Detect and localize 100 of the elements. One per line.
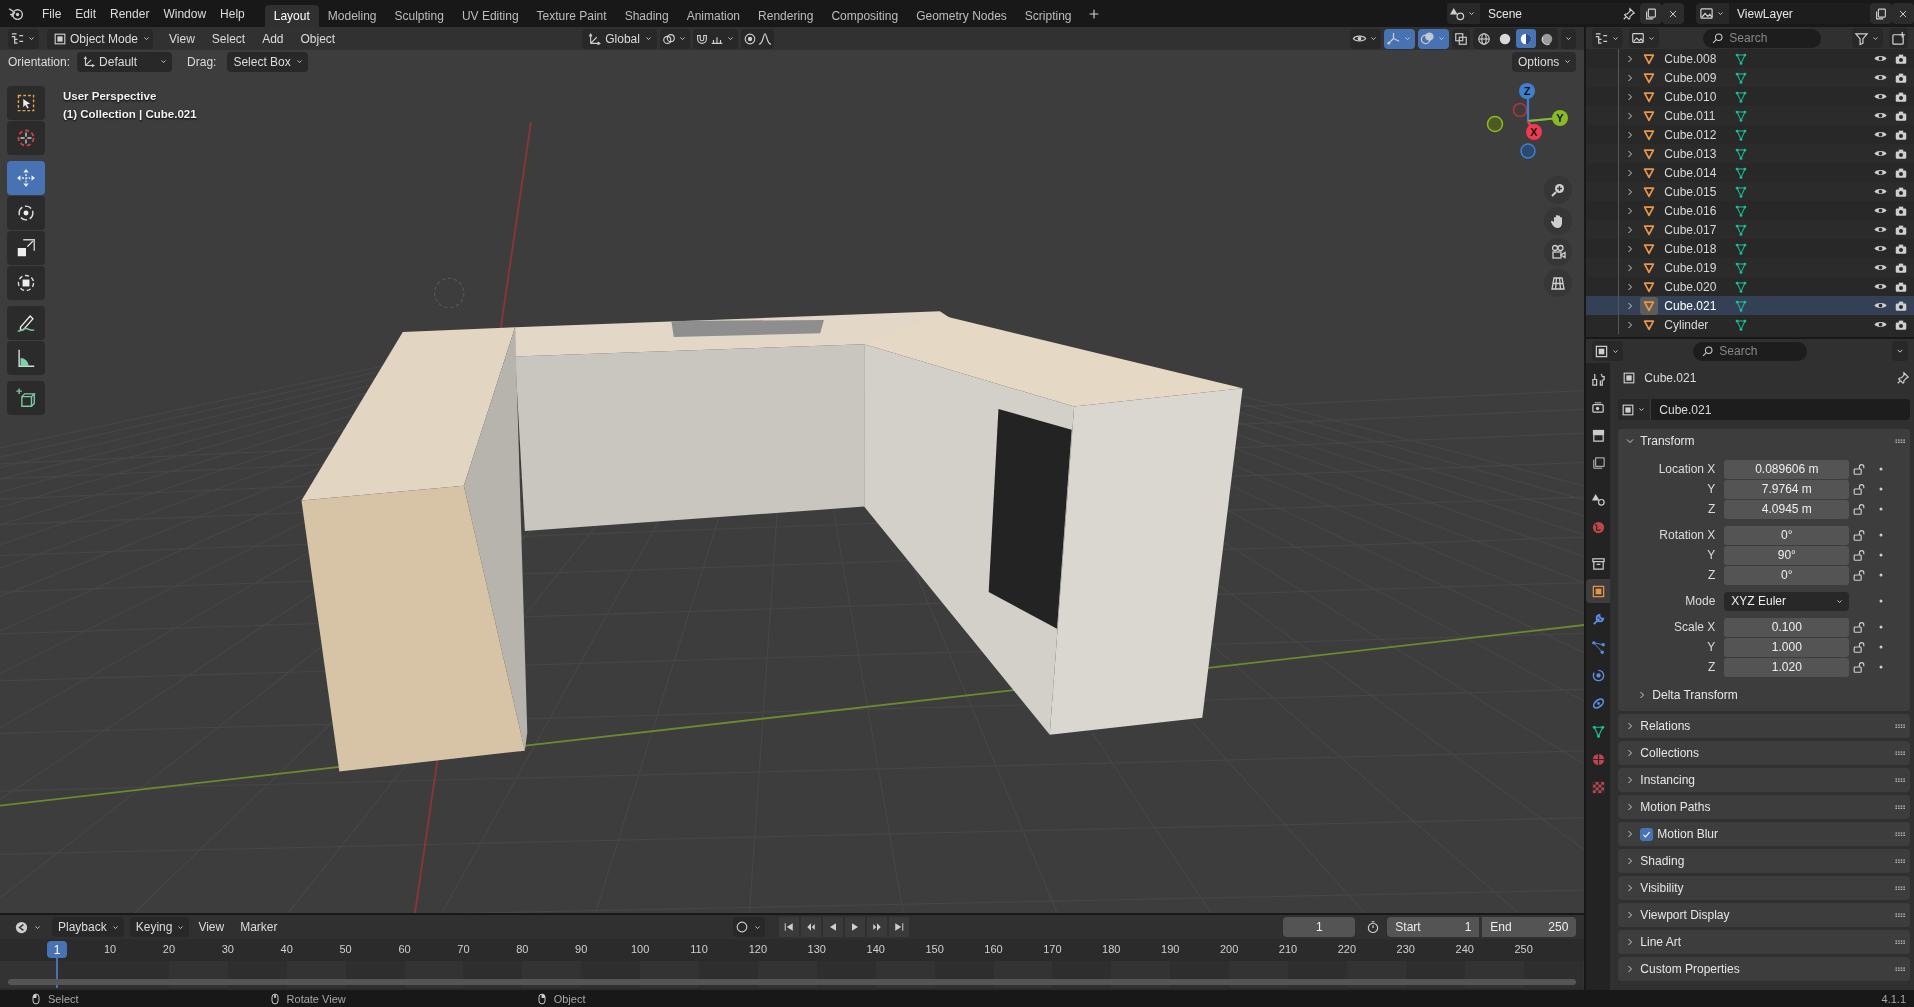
select-box-tool[interactable] <box>7 86 45 120</box>
scene-selector[interactable] <box>1447 3 1480 24</box>
panel-header[interactable]: Collections <box>1618 741 1910 765</box>
orientation-dropdown[interactable]: Global <box>582 28 657 49</box>
menu-item[interactable]: Render <box>103 3 157 24</box>
outliner-row[interactable]: Cube.008 <box>1586 49 1914 68</box>
play-reverse-button[interactable] <box>822 917 843 937</box>
lock-icon[interactable] <box>1852 548 1867 562</box>
panel-header[interactable]: Viewport Display <box>1618 903 1910 927</box>
copy-button[interactable] <box>1640 3 1662 24</box>
workspace-tab[interactable]: Scripting <box>1015 5 1081 27</box>
object-name[interactable]: Cube.019 <box>1664 260 1735 275</box>
start-frame-field[interactable]: Start 1 <box>1387 917 1480 937</box>
datablock-browser[interactable] <box>1618 399 1652 420</box>
overlay-button[interactable] <box>1418 28 1450 49</box>
object-name[interactable]: Cylinder <box>1664 317 1735 332</box>
rotate-tool[interactable] <box>7 196 45 230</box>
view-layer-button[interactable] <box>1629 28 1660 48</box>
mode-dropdown[interactable]: Object Mode <box>47 28 153 49</box>
panel-header[interactable]: Visibility <box>1618 876 1910 900</box>
panel-header[interactable]: Motion Blur <box>1618 822 1910 846</box>
properties-tab[interactable] <box>1586 579 1611 603</box>
logo-icon[interactable] <box>8 5 25 22</box>
outliner-row[interactable]: Cube.010 <box>1586 87 1914 106</box>
number-field[interactable]: 0° <box>1724 565 1850 585</box>
lock-icon[interactable] <box>1852 528 1867 542</box>
lock-icon[interactable] <box>1852 482 1867 496</box>
object-name[interactable]: Cube.014 <box>1664 165 1735 180</box>
search-field[interactable]: Search <box>1693 341 1808 361</box>
play-button[interactable] <box>844 917 865 937</box>
datablock-name[interactable]: Cube.021 <box>1659 402 1712 417</box>
pivot-button[interactable] <box>659 28 690 49</box>
outliner-row[interactable]: Cube.016 <box>1586 201 1914 220</box>
menu-item[interactable]: File <box>35 3 69 24</box>
menu-item[interactable]: Add <box>255 28 291 49</box>
editor-type-button[interactable] <box>1592 341 1624 361</box>
playhead[interactable]: 1 <box>47 941 67 958</box>
checkbox[interactable] <box>1640 827 1654 841</box>
menu-item[interactable]: Select <box>204 28 253 49</box>
panel-header[interactable]: Line Art <box>1618 930 1910 954</box>
view-layer-selector[interactable] <box>1696 3 1729 24</box>
outliner-row[interactable]: Cube.018 <box>1586 239 1914 258</box>
number-field[interactable]: 90° <box>1724 545 1850 565</box>
menu-item[interactable]: View <box>191 917 232 937</box>
panel-header[interactable]: Transform <box>1618 429 1910 453</box>
object-name[interactable]: Cube.018 <box>1664 241 1735 256</box>
end-frame-field[interactable]: End 250 <box>1482 917 1577 937</box>
workspace-tab[interactable]: Layout <box>264 5 319 27</box>
outliner-row[interactable]: Cylinder <box>1586 315 1914 334</box>
menu-dropdown[interactable]: Playback <box>52 917 124 937</box>
current-frame-field[interactable]: 1 <box>1283 917 1356 937</box>
menu-item[interactable]: Help <box>213 3 252 24</box>
close-button[interactable] <box>1892 3 1914 24</box>
drag-dropdown[interactable]: Select Box <box>227 51 308 72</box>
outliner-row[interactable]: Cube.020 <box>1586 277 1914 296</box>
visibility-button[interactable] <box>1350 28 1382 49</box>
pin-icon[interactable] <box>1896 371 1910 385</box>
object-name[interactable]: Cube.016 <box>1664 203 1735 218</box>
copy-button[interactable] <box>1870 3 1892 24</box>
menu-item[interactable]: Marker <box>233 917 285 937</box>
outliner-row[interactable]: Cube.021 <box>1586 296 1914 315</box>
workspace-tab[interactable]: UV Editing <box>452 5 528 27</box>
outliner-row[interactable]: Cube.014 <box>1586 163 1914 182</box>
menu-item[interactable]: Window <box>156 3 214 24</box>
display-mode-button[interactable] <box>1592 28 1624 48</box>
number-field[interactable]: 1.020 <box>1724 657 1850 677</box>
workspace-tab[interactable]: Geometry Nodes <box>907 5 1016 27</box>
workspace-tab[interactable]: Compositing <box>822 5 908 27</box>
object-name[interactable]: Cube.015 <box>1664 184 1735 199</box>
object-name[interactable]: Cube.013 <box>1664 146 1735 161</box>
jump-to-end-button[interactable] <box>888 917 909 937</box>
add-cube-tool[interactable] <box>7 381 45 415</box>
workspace-tab[interactable]: Animation <box>677 5 750 27</box>
number-field[interactable]: 0.100 <box>1724 617 1850 637</box>
shading-mode-button[interactable] <box>1516 29 1537 48</box>
menu-item[interactable]: Object <box>293 28 343 49</box>
new-collection-button[interactable] <box>1889 28 1908 48</box>
lock-icon[interactable] <box>1852 640 1867 654</box>
menu-item[interactable]: View <box>162 28 202 49</box>
workspace-tab[interactable]: Texture Paint <box>527 5 616 27</box>
scale-tool[interactable] <box>7 231 45 265</box>
number-field[interactable]: 1.000 <box>1724 637 1850 657</box>
close-button[interactable] <box>1662 3 1684 24</box>
view-layer-field[interactable]: ViewLayer <box>1729 3 1870 24</box>
next-keyframe-button[interactable] <box>866 917 887 937</box>
number-field[interactable]: 0° <box>1724 525 1850 545</box>
panel-header[interactable]: Motion Paths <box>1618 795 1910 819</box>
scene-field[interactable]: Scene <box>1480 3 1640 24</box>
transform-tool[interactable] <box>7 266 45 300</box>
object-name[interactable]: Cube.012 <box>1664 127 1735 142</box>
navigation-gizmo[interactable]: Z Y X <box>1484 79 1581 165</box>
proportional-edit-button[interactable] <box>740 28 774 49</box>
panel-header[interactable]: Shading <box>1618 849 1910 873</box>
workspace-tab[interactable]: Sculpting <box>385 5 453 27</box>
lock-icon[interactable] <box>1852 462 1867 476</box>
panel-header[interactable]: Relations <box>1618 714 1910 738</box>
menu-item[interactable]: Edit <box>68 3 104 24</box>
search-field[interactable]: Search <box>1703 28 1822 48</box>
object-name[interactable]: Cube.021 <box>1664 298 1735 313</box>
filter-button[interactable] <box>1852 28 1883 48</box>
